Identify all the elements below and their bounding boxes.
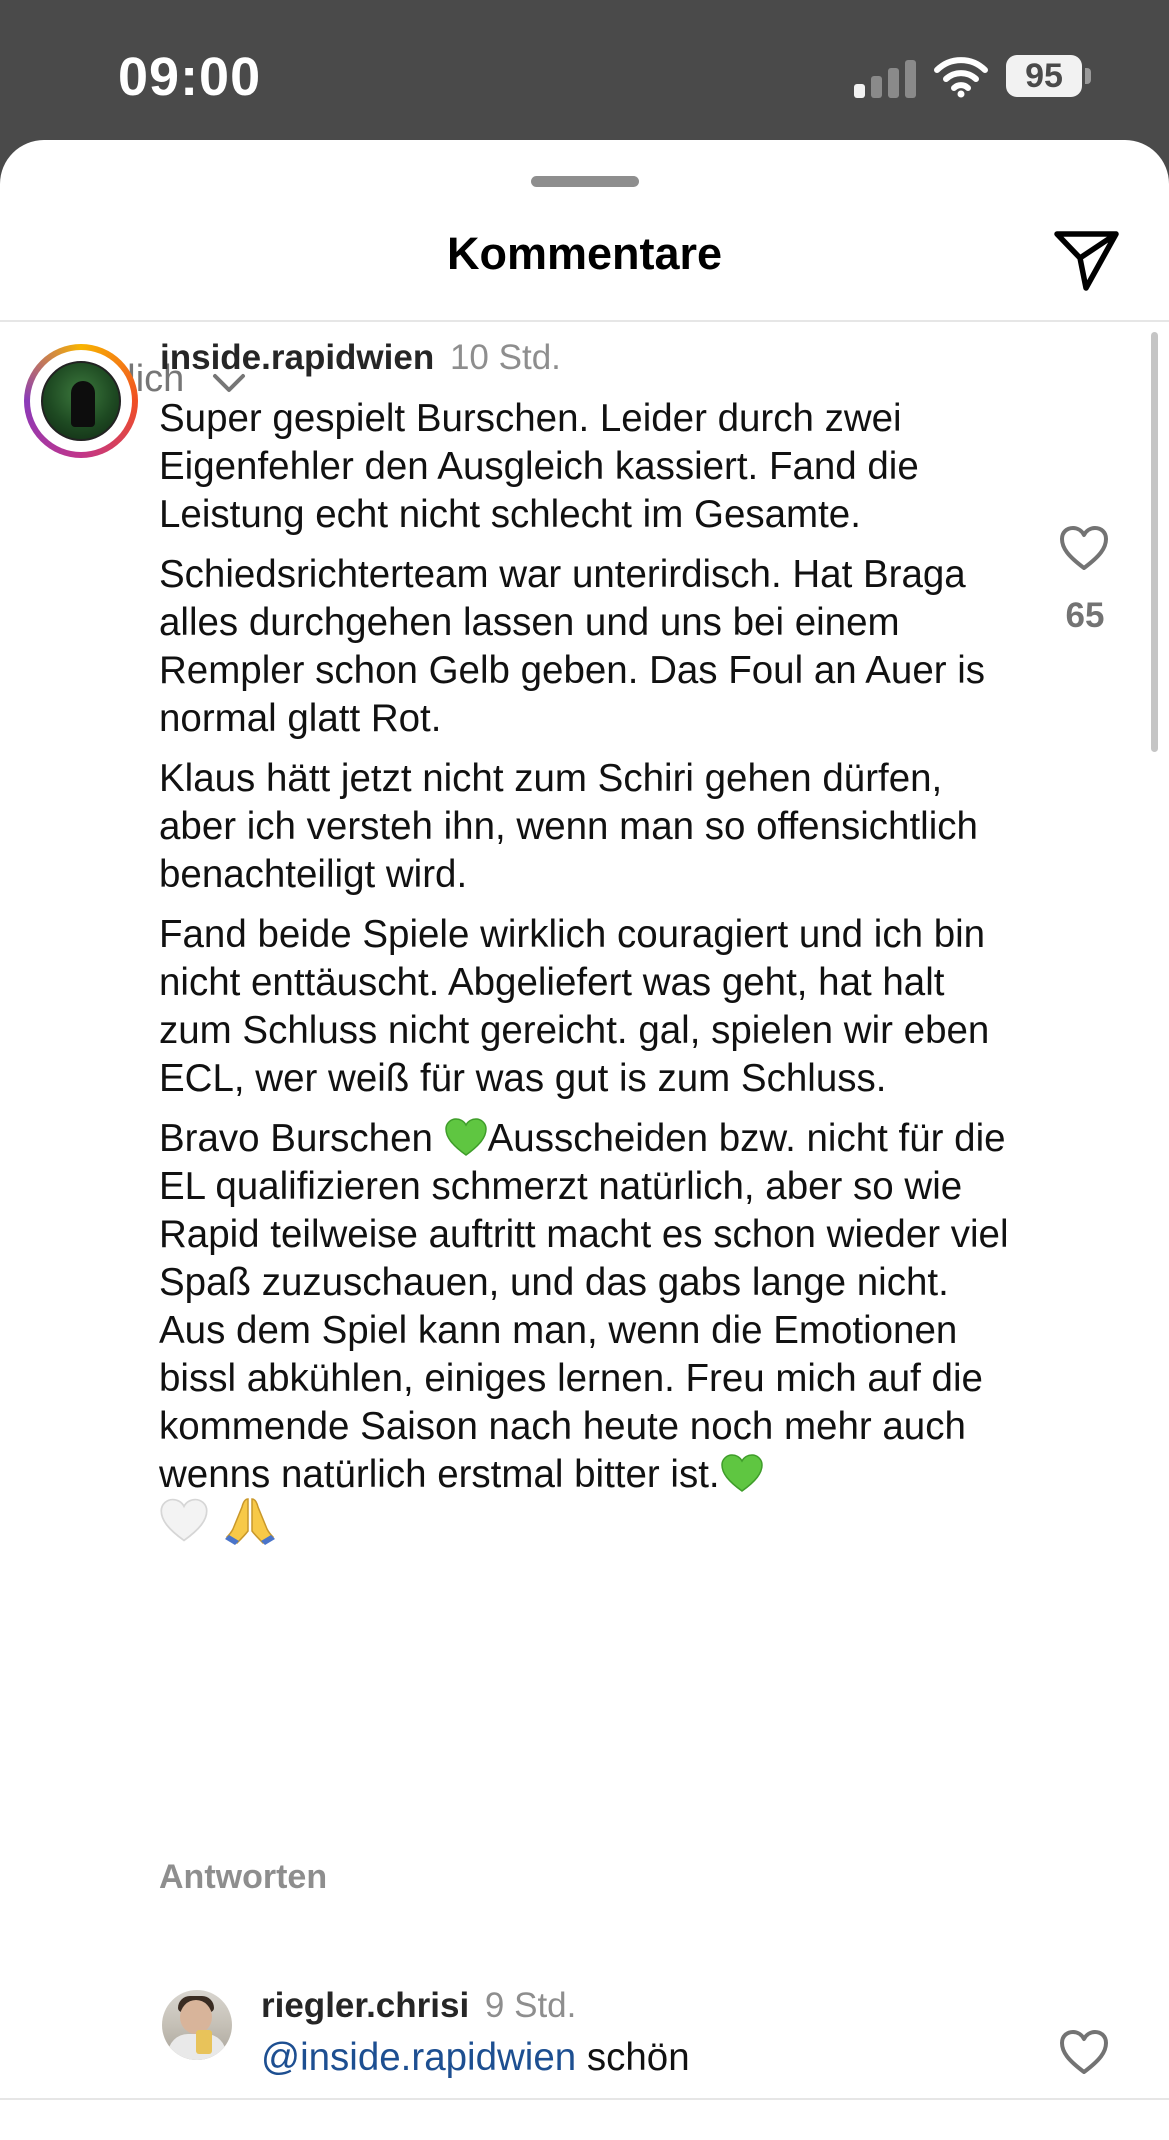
wifi-icon bbox=[934, 57, 988, 98]
comment-text-segment: Bravo Burschen bbox=[159, 1117, 444, 1160]
comment-paragraph-last: Bravo Burschen Ausscheiden bzw. nicht fü… bbox=[159, 1115, 1009, 1499]
white-heart-emoji bbox=[160, 1498, 208, 1542]
comment-paragraph: Super gespielt Burschen. Leider durch zw… bbox=[159, 397, 919, 536]
folded-hands-emoji bbox=[225, 1498, 275, 1545]
emoji-row bbox=[159, 1495, 1009, 1545]
comment-time: 9 Std. bbox=[484, 1986, 577, 2025]
comment-text: @inside.rapidwien schön bbox=[261, 2036, 690, 2080]
comment-text: Super gespielt Burschen. Leider durch zw… bbox=[159, 395, 1009, 1545]
mention-link[interactable]: @inside.rapidwien bbox=[261, 2036, 576, 2079]
comment-paragraph: Klaus hätt jetzt nicht zum Schiri gehen … bbox=[159, 757, 978, 896]
sheet-title: Kommentare bbox=[446, 228, 723, 279]
battery-tip bbox=[1085, 68, 1091, 84]
avatar-image bbox=[41, 361, 121, 441]
bottom-divider bbox=[0, 2098, 1169, 2100]
header-divider bbox=[0, 320, 1169, 322]
bottom-mask bbox=[0, 2095, 1169, 2140]
scrollbar[interactable] bbox=[1151, 332, 1158, 752]
comment-username[interactable]: riegler.chrisi bbox=[261, 1986, 469, 2025]
heart-outline-icon[interactable] bbox=[1058, 2028, 1110, 2076]
comment-header: inside.rapidwien 10 Std. bbox=[160, 338, 561, 378]
comment-paragraph: Schiedsrichterteam war unterirdisch. Hat… bbox=[159, 553, 986, 740]
comment-paragraph: Fand beide Spiele wirklich couragiert un… bbox=[159, 913, 990, 1100]
status-time: 09:00 bbox=[118, 47, 262, 107]
avatar[interactable] bbox=[24, 344, 138, 458]
heart-outline-icon[interactable] bbox=[1058, 524, 1110, 572]
comment-time: 10 Std. bbox=[449, 338, 561, 377]
green-heart-emoji bbox=[720, 1454, 763, 1492]
comment-text-segment: schön bbox=[586, 2036, 690, 2079]
comment-username[interactable]: inside.rapidwien bbox=[160, 338, 434, 377]
cellular-signal-icon bbox=[854, 58, 916, 98]
green-heart-emoji bbox=[444, 1118, 487, 1156]
status-bar: 09:00 95 bbox=[0, 0, 1169, 150]
sheet-grabber[interactable] bbox=[531, 176, 639, 187]
reply-button[interactable]: Antworten bbox=[159, 1858, 327, 1897]
comment-header: riegler.chrisi 9 Std. bbox=[261, 1986, 576, 2026]
paper-plane-icon[interactable] bbox=[1050, 224, 1122, 296]
comment-text-segment: Ausscheiden bzw. nicht für die EL qualif… bbox=[159, 1117, 1009, 1496]
like-count: 65 bbox=[1065, 596, 1105, 635]
battery-indicator: 95 bbox=[1006, 55, 1082, 97]
avatar[interactable] bbox=[162, 1990, 232, 2060]
